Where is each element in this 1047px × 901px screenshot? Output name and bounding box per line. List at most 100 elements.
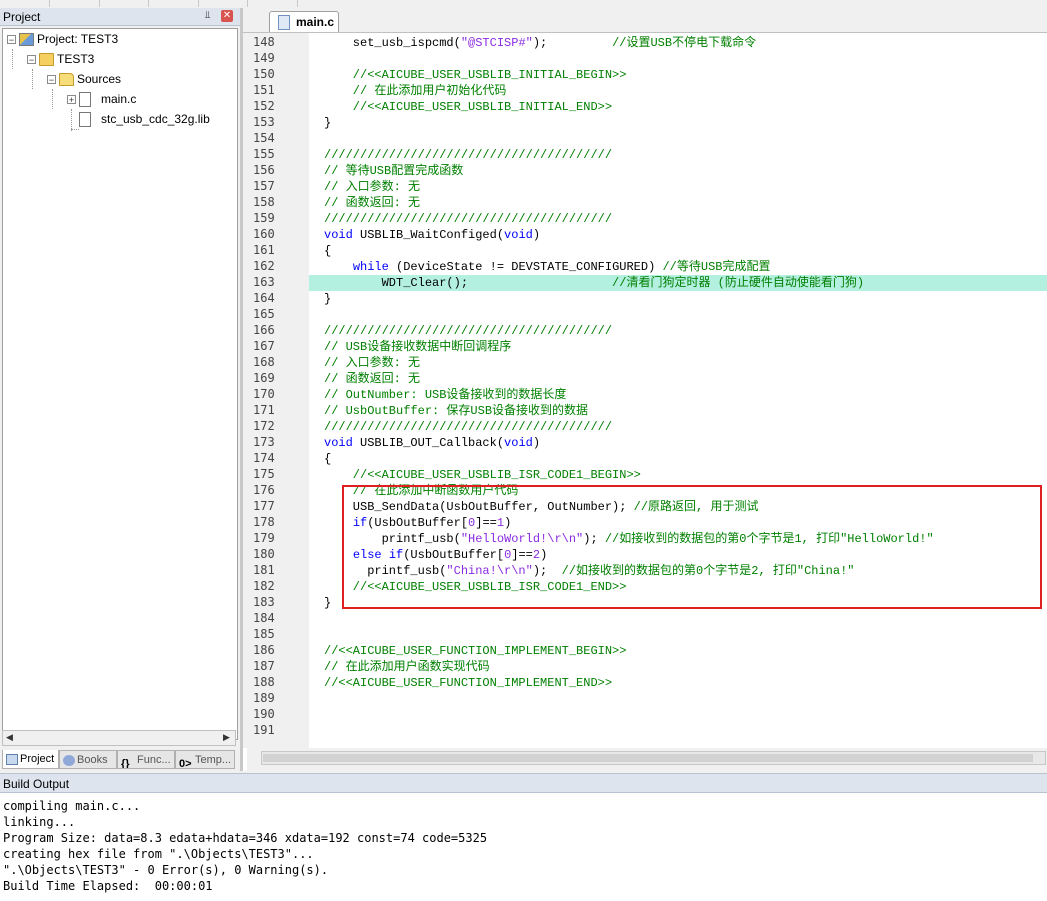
tree-node-lib[interactable]: stc_usb_cdc_32g.lib bbox=[79, 110, 210, 128]
code-token: //<<AICUBE_USER_FUNCTION_IMPLEMENT_BEGIN… bbox=[324, 644, 627, 658]
line-number: 175 bbox=[253, 467, 275, 481]
editor-tab-bar: main.c bbox=[243, 8, 1047, 33]
tab-books[interactable]: Books bbox=[59, 750, 117, 769]
line-number: 181 bbox=[253, 563, 275, 577]
line-number: 189 bbox=[253, 691, 275, 705]
code-line: // 入口参数: 无 bbox=[324, 355, 420, 371]
tree-node-target[interactable]: − TEST3 bbox=[27, 50, 94, 68]
code-editor: main.c 148 149 150 151 152 153 154 155 156 157 158… bbox=[243, 8, 1047, 771]
code-token: //设置USB不停电下载命令 bbox=[612, 36, 757, 50]
tab-main-c-label: main.c bbox=[296, 15, 335, 29]
collapse-icon[interactable]: − bbox=[27, 54, 36, 64]
scroll-right-icon[interactable]: ▶ bbox=[223, 732, 230, 743]
line-number: 170 bbox=[253, 387, 275, 401]
tab-main-c[interactable]: main.c bbox=[269, 11, 339, 32]
code-line: // 在此添加用户初始化代码 bbox=[324, 83, 507, 99]
line-number: 188 bbox=[253, 675, 275, 689]
scroll-left-icon[interactable]: ◀ bbox=[6, 732, 13, 743]
code-token: USBLIB_WaitConfiged( bbox=[352, 228, 505, 242]
code-token: //<<AICUBE_USER_USBLIB_INITIAL_BEGIN>> bbox=[324, 68, 627, 82]
line-number: 169 bbox=[253, 371, 275, 385]
pin-icon[interactable]: ⫫ bbox=[205, 10, 211, 21]
project-horizontal-scrollbar[interactable]: ◀ ▶ bbox=[2, 730, 236, 746]
line-number: 159 bbox=[253, 211, 275, 225]
scrollbar-track[interactable] bbox=[261, 751, 1046, 765]
tree-node-project-label: Project: TEST3 bbox=[37, 32, 119, 46]
code-line: // UsbOutBuffer: 保存USB设备接收到的数据 bbox=[324, 403, 588, 419]
line-number: 150 bbox=[253, 67, 275, 81]
line-number: 148 bbox=[253, 35, 275, 49]
tree-node-target-label: TEST3 bbox=[57, 52, 95, 66]
project-icon bbox=[19, 32, 34, 46]
tree-node-main-c-label: main.c bbox=[101, 92, 137, 106]
code-line: // 入口参数: 无 bbox=[324, 179, 420, 195]
code-line: // 在此添加用户函数实现代码 bbox=[324, 659, 490, 675]
line-number: 167 bbox=[253, 339, 275, 353]
code-token: USBLIB_OUT_Callback( bbox=[352, 436, 505, 450]
line-number: 190 bbox=[253, 707, 275, 721]
line-number: 155 bbox=[253, 147, 275, 161]
code-line: set_usb_ispcmd("@STCISP#"); //设置USB不停电下载… bbox=[324, 35, 756, 51]
line-number: 161 bbox=[253, 243, 275, 257]
build-output-panel: Build Output compiling main.c... linking.… bbox=[0, 773, 1047, 901]
tab-templates-label: Temp... bbox=[195, 754, 232, 766]
code-line: //<<AICUBE_USER_USBLIB_INITIAL_BEGIN>> bbox=[324, 67, 627, 83]
code-token: while bbox=[352, 260, 389, 274]
build-output-line: creating hex file from ".\Objects\TEST3"… bbox=[3, 847, 314, 861]
line-number: 149 bbox=[253, 51, 275, 65]
code-token: } bbox=[324, 292, 332, 306]
build-output-text[interactable]: compiling main.c... linking... Program Siz… bbox=[3, 798, 487, 894]
code-line: // OutNumber: USB设备接收到的数据长度 bbox=[324, 387, 566, 403]
code-token: // 在此添加用户初始化代码 bbox=[324, 84, 507, 98]
code-token: WDT_Clear(); bbox=[324, 276, 613, 290]
code-token: // 在此添加用户函数实现代码 bbox=[324, 660, 490, 674]
line-number: 152 bbox=[253, 99, 275, 113]
code-line: //<<AICUBE_USER_USBLIB_INITIAL_END>> bbox=[324, 99, 612, 115]
code-token: // 函数返回: 无 bbox=[324, 196, 421, 210]
code-token: void bbox=[504, 436, 533, 450]
code-token: // OutNumber: USB设备接收到的数据长度 bbox=[324, 388, 567, 402]
target-folder-icon bbox=[39, 52, 54, 66]
line-number: 176 bbox=[253, 483, 275, 497]
tab-templates[interactable]: 0> Temp... bbox=[175, 750, 235, 769]
code-line: WDT_Clear(); //清看门狗定时器 (防止硬件自动使能看门狗) bbox=[324, 275, 864, 291]
line-number: 160 bbox=[253, 227, 275, 241]
tree-node-main-c[interactable]: + main.c bbox=[67, 90, 136, 108]
line-number: 158 bbox=[253, 195, 275, 209]
code-token: // USB设备接收数据中断回调程序 bbox=[324, 340, 512, 354]
scrollbar-thumb[interactable] bbox=[263, 754, 1033, 762]
code-line: void USBLIB_OUT_Callback(void) bbox=[324, 435, 540, 451]
line-number: 180 bbox=[253, 547, 275, 561]
line-number: 184 bbox=[253, 611, 275, 625]
code-token: // 入口参数: 无 bbox=[324, 356, 421, 370]
project-panel: Project ⫫ ✕ − Project: TEST3 − TEST3 − S… bbox=[0, 8, 240, 771]
code-line: } bbox=[324, 291, 331, 307]
line-number: 178 bbox=[253, 515, 275, 529]
build-output-title: Build Output bbox=[3, 777, 70, 791]
tab-project[interactable]: Project bbox=[2, 750, 59, 769]
code-text-area[interactable]: set_usb_ispcmd("@STCISP#"); //设置USB不停电下载… bbox=[309, 33, 1047, 748]
code-token: // 等待USB配置完成函数 bbox=[324, 164, 464, 178]
tree-node-sources[interactable]: − Sources bbox=[47, 70, 121, 88]
code-token: // UsbOutBuffer: 保存USB设备接收到的数据 bbox=[324, 404, 589, 418]
collapse-icon[interactable]: − bbox=[47, 74, 56, 84]
close-icon[interactable]: ✕ bbox=[221, 10, 233, 22]
build-output-line: linking... bbox=[3, 815, 76, 829]
editor-horizontal-scrollbar[interactable] bbox=[247, 748, 1047, 771]
tab-functions[interactable]: {} Func... bbox=[117, 750, 175, 769]
tree-node-project[interactable]: − Project: TEST3 bbox=[7, 30, 118, 48]
code-token: "@STCISP#" bbox=[460, 36, 533, 50]
line-number: 174 bbox=[253, 451, 275, 465]
collapse-icon[interactable]: − bbox=[7, 34, 16, 44]
build-output-line: compiling main.c... bbox=[3, 799, 141, 813]
top-toolbar-strip bbox=[0, 0, 1047, 8]
code-line: //<<AICUBE_USER_USBLIB_ISR_CODE1_BEGIN>> bbox=[324, 467, 641, 483]
line-number: 182 bbox=[253, 579, 275, 593]
code-token: //等待USB完成配置 bbox=[662, 260, 771, 274]
code-token: //<<AICUBE_USER_USBLIB_INITIAL_END>> bbox=[324, 100, 613, 114]
annotation-highlight-box bbox=[342, 485, 1042, 609]
expand-icon[interactable]: + bbox=[67, 94, 76, 104]
project-panel-tabs: Project Books {} Func... 0> Temp... bbox=[0, 750, 240, 771]
line-number: 165 bbox=[253, 307, 275, 321]
